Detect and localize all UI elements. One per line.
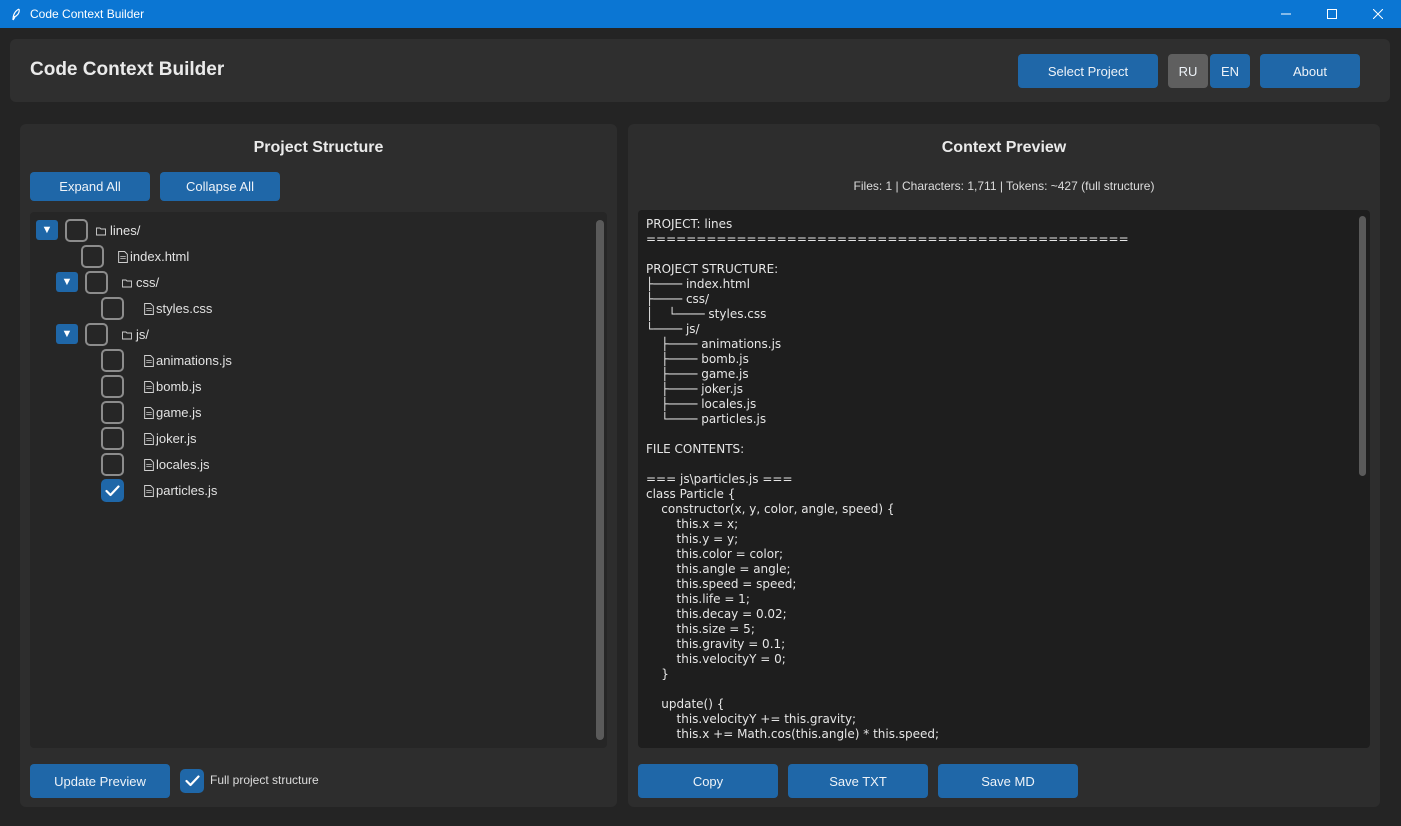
file-icon — [144, 433, 154, 445]
tree-item-label[interactable]: bomb.js — [156, 379, 202, 394]
close-icon[interactable] — [1355, 0, 1401, 28]
tree-item-label[interactable]: lines/ — [110, 223, 140, 238]
folder-icon — [96, 227, 106, 236]
tree-checkbox[interactable] — [101, 375, 124, 398]
tree-checkbox[interactable] — [101, 349, 124, 372]
tree-checkbox[interactable] — [81, 245, 104, 268]
window-title: Code Context Builder — [30, 7, 145, 21]
tree-scrollbar-thumb[interactable] — [596, 220, 604, 740]
tree-item-label[interactable]: joker.js — [156, 431, 196, 446]
tree-checkbox[interactable] — [85, 271, 108, 294]
tree-checkbox[interactable] — [65, 219, 88, 242]
file-icon — [144, 381, 154, 393]
expand-toggle-icon[interactable]: ▼ — [36, 220, 58, 240]
project-structure-panel: Project Structure Expand All Collapse Al… — [20, 124, 617, 807]
file-icon — [144, 485, 154, 497]
save-txt-button[interactable]: Save TXT — [788, 764, 928, 798]
tree-item-label[interactable]: index.html — [130, 249, 189, 264]
context-preview-panel: Context Preview Files: 1 | Characters: 1… — [628, 124, 1380, 807]
file-icon — [144, 459, 154, 471]
tree-checkbox-checked[interactable] — [101, 479, 124, 502]
tree-item-label[interactable]: locales.js — [156, 457, 209, 472]
tree-checkbox[interactable] — [101, 453, 124, 476]
app-title: Code Context Builder — [30, 59, 225, 80]
context-preview-title: Context Preview — [941, 139, 1067, 156]
tree-item-label[interactable]: styles.css — [156, 301, 212, 316]
about-button[interactable]: About — [1260, 54, 1360, 88]
maximize-icon[interactable] — [1309, 0, 1355, 28]
language-ru-button[interactable]: RU — [1168, 54, 1208, 88]
tree-checkbox[interactable] — [85, 323, 108, 346]
project-structure-title: Project Structure — [253, 139, 384, 156]
tree-checkbox[interactable] — [101, 401, 124, 424]
update-preview-button[interactable]: Update Preview — [30, 764, 170, 798]
tree-item-label[interactable]: game.js — [156, 405, 202, 420]
full-structure-checkbox[interactable] — [180, 769, 204, 793]
tree-item-label[interactable]: animations.js — [156, 353, 232, 368]
file-icon — [118, 251, 128, 263]
tree-scrollbar[interactable] — [596, 220, 604, 740]
collapse-all-button[interactable]: Collapse All — [160, 172, 280, 201]
expand-toggle-icon[interactable]: ▼ — [56, 272, 78, 292]
preview-stats: Files: 1 | Characters: 1,711 | Tokens: ~… — [853, 179, 1155, 193]
file-icon — [144, 355, 154, 367]
full-structure-label[interactable]: Full project structure — [210, 773, 319, 787]
checkmark-icon — [105, 484, 120, 496]
save-md-button[interactable]: Save MD — [938, 764, 1078, 798]
checkmark-icon — [184, 775, 200, 787]
file-tree: ▼ lines/ index.html ▼ css/ styles.css ▼ … — [30, 212, 607, 748]
copy-button[interactable]: Copy — [638, 764, 778, 798]
language-en-button[interactable]: EN — [1210, 54, 1250, 88]
tree-item-label[interactable]: js/ — [136, 327, 149, 342]
window-titlebar: Code Context Builder — [0, 0, 1401, 28]
folder-icon — [122, 331, 132, 340]
preview-content[interactable]: PROJECT: lines =========================… — [646, 217, 1129, 742]
tree-checkbox[interactable] — [101, 427, 124, 450]
minimize-icon[interactable] — [1263, 0, 1309, 28]
tree-item-label[interactable]: particles.js — [156, 483, 217, 498]
folder-icon — [122, 279, 132, 288]
expand-all-button[interactable]: Expand All — [30, 172, 150, 201]
preview-textarea[interactable]: PROJECT: lines =========================… — [638, 210, 1370, 748]
file-icon — [144, 303, 154, 315]
select-project-button[interactable]: Select Project — [1018, 54, 1158, 88]
expand-toggle-icon[interactable]: ▼ — [56, 324, 78, 344]
file-icon — [144, 407, 154, 419]
feather-icon — [9, 7, 23, 21]
app-header: Code Context Builder Select Project RU E… — [10, 39, 1390, 102]
preview-scrollbar-thumb[interactable] — [1359, 216, 1366, 476]
tree-checkbox[interactable] — [101, 297, 124, 320]
tree-item-label[interactable]: css/ — [136, 275, 159, 290]
